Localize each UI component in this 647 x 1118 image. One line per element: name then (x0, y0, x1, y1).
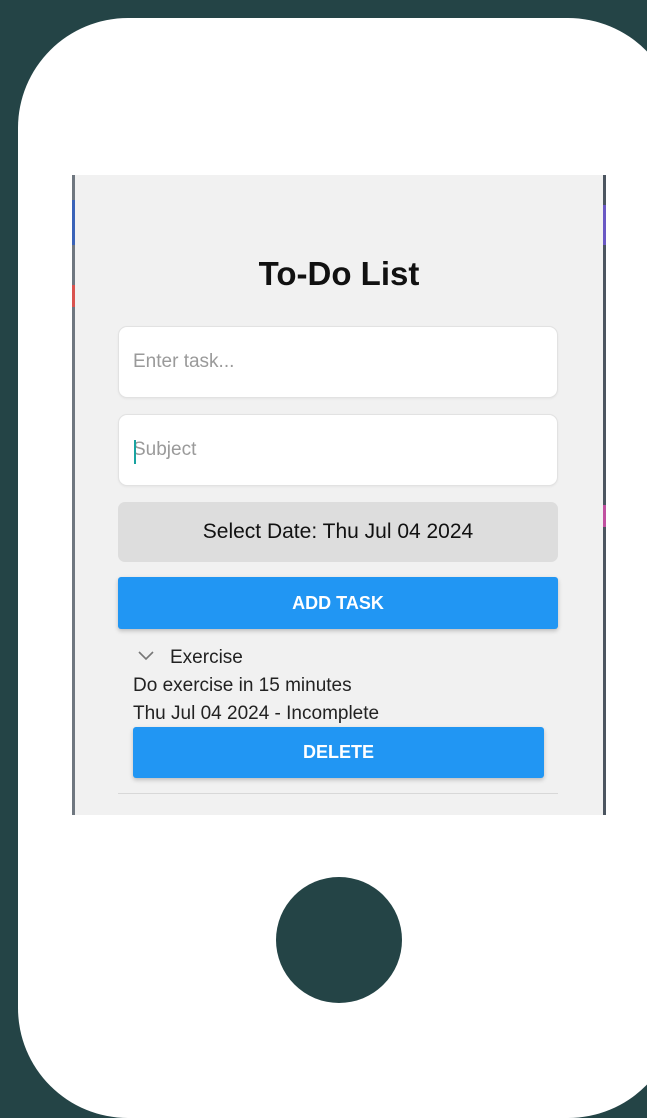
chevron-down-icon[interactable] (136, 647, 156, 663)
subject-input[interactable] (133, 415, 543, 485)
screen-edge-mark (72, 200, 75, 245)
delete-task-button[interactable]: DELETE (133, 727, 544, 778)
app-screen: To-Do List Select Date: Thu Jul 04 2024 … (72, 175, 606, 815)
add-task-button[interactable]: ADD TASK (118, 577, 558, 629)
page-title: To-Do List (258, 255, 420, 292)
task-date-status: Thu Jul 04 2024 - Incomplete (133, 703, 380, 724)
subject-input-container[interactable] (118, 414, 558, 486)
home-button[interactable] (276, 877, 402, 1003)
task-description: Do exercise in 15 minutes (133, 675, 352, 696)
screen-edge-right (603, 175, 606, 815)
text-cursor (134, 440, 136, 464)
task-subject: Exercise (170, 647, 243, 668)
task-input[interactable] (133, 327, 543, 397)
screen-edge-mark (603, 205, 606, 245)
task-input-container[interactable] (118, 326, 558, 398)
screen-edge-left (72, 175, 75, 815)
screen-edge-mark (603, 505, 606, 527)
screen-edge-mark (72, 285, 75, 307)
task-divider (118, 793, 558, 794)
select-date-button[interactable]: Select Date: Thu Jul 04 2024 (118, 502, 558, 562)
